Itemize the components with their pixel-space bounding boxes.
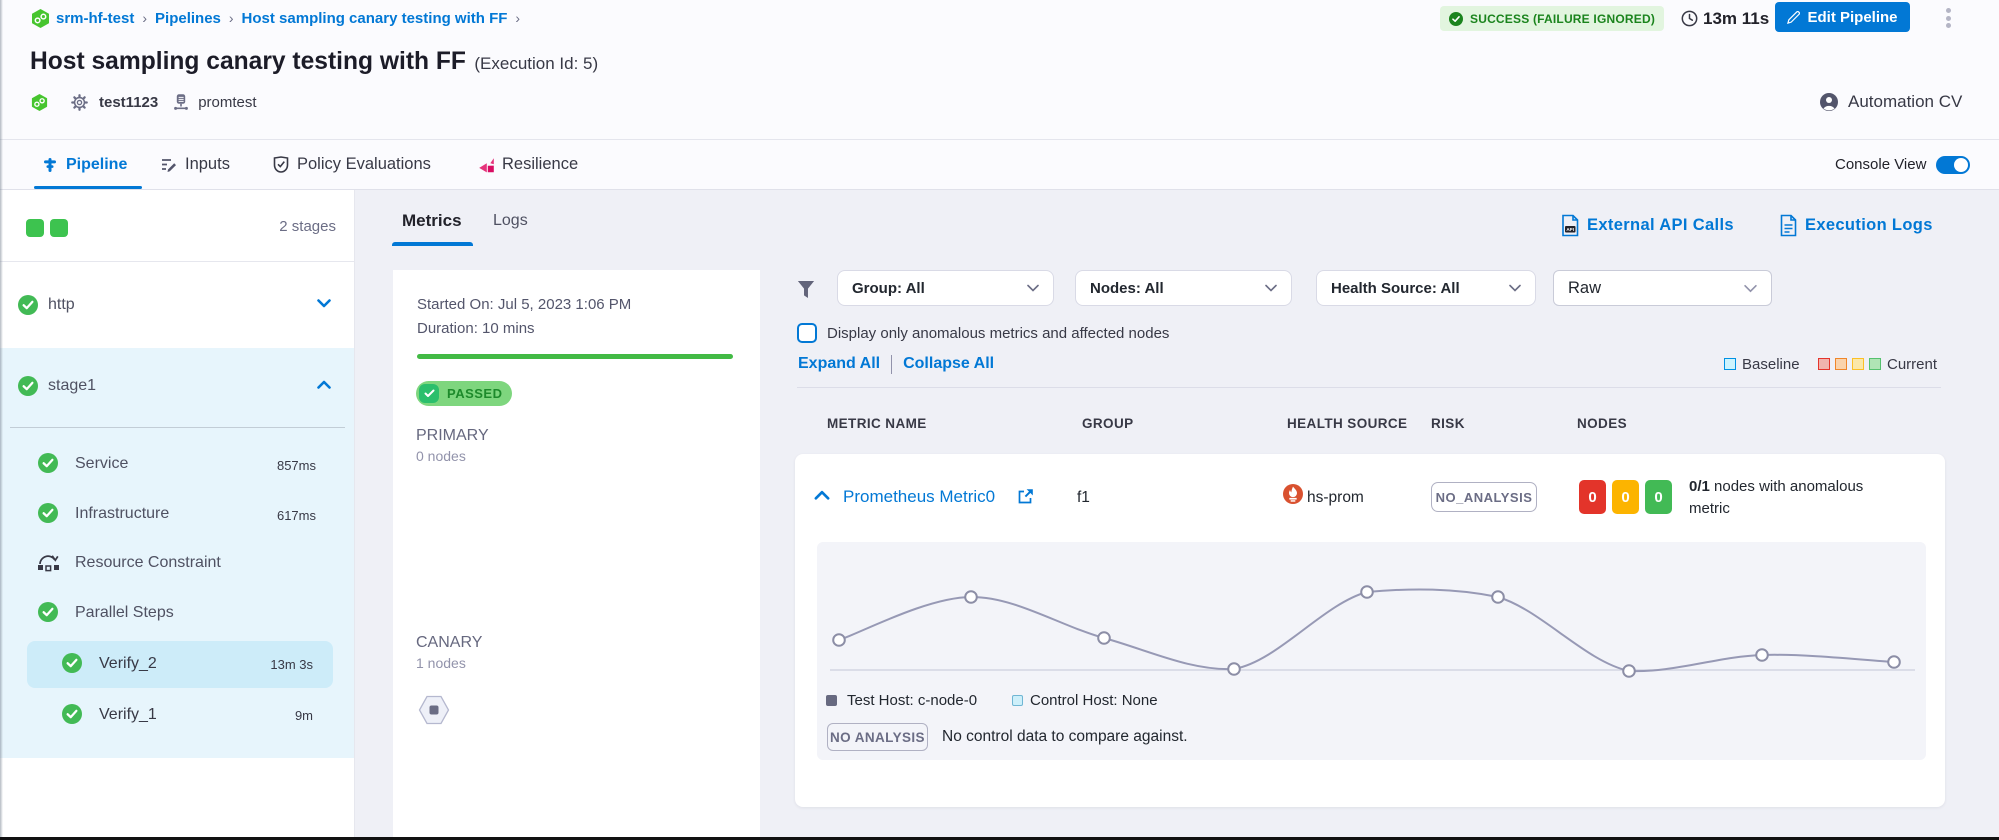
- svg-text:API: API: [1566, 227, 1574, 232]
